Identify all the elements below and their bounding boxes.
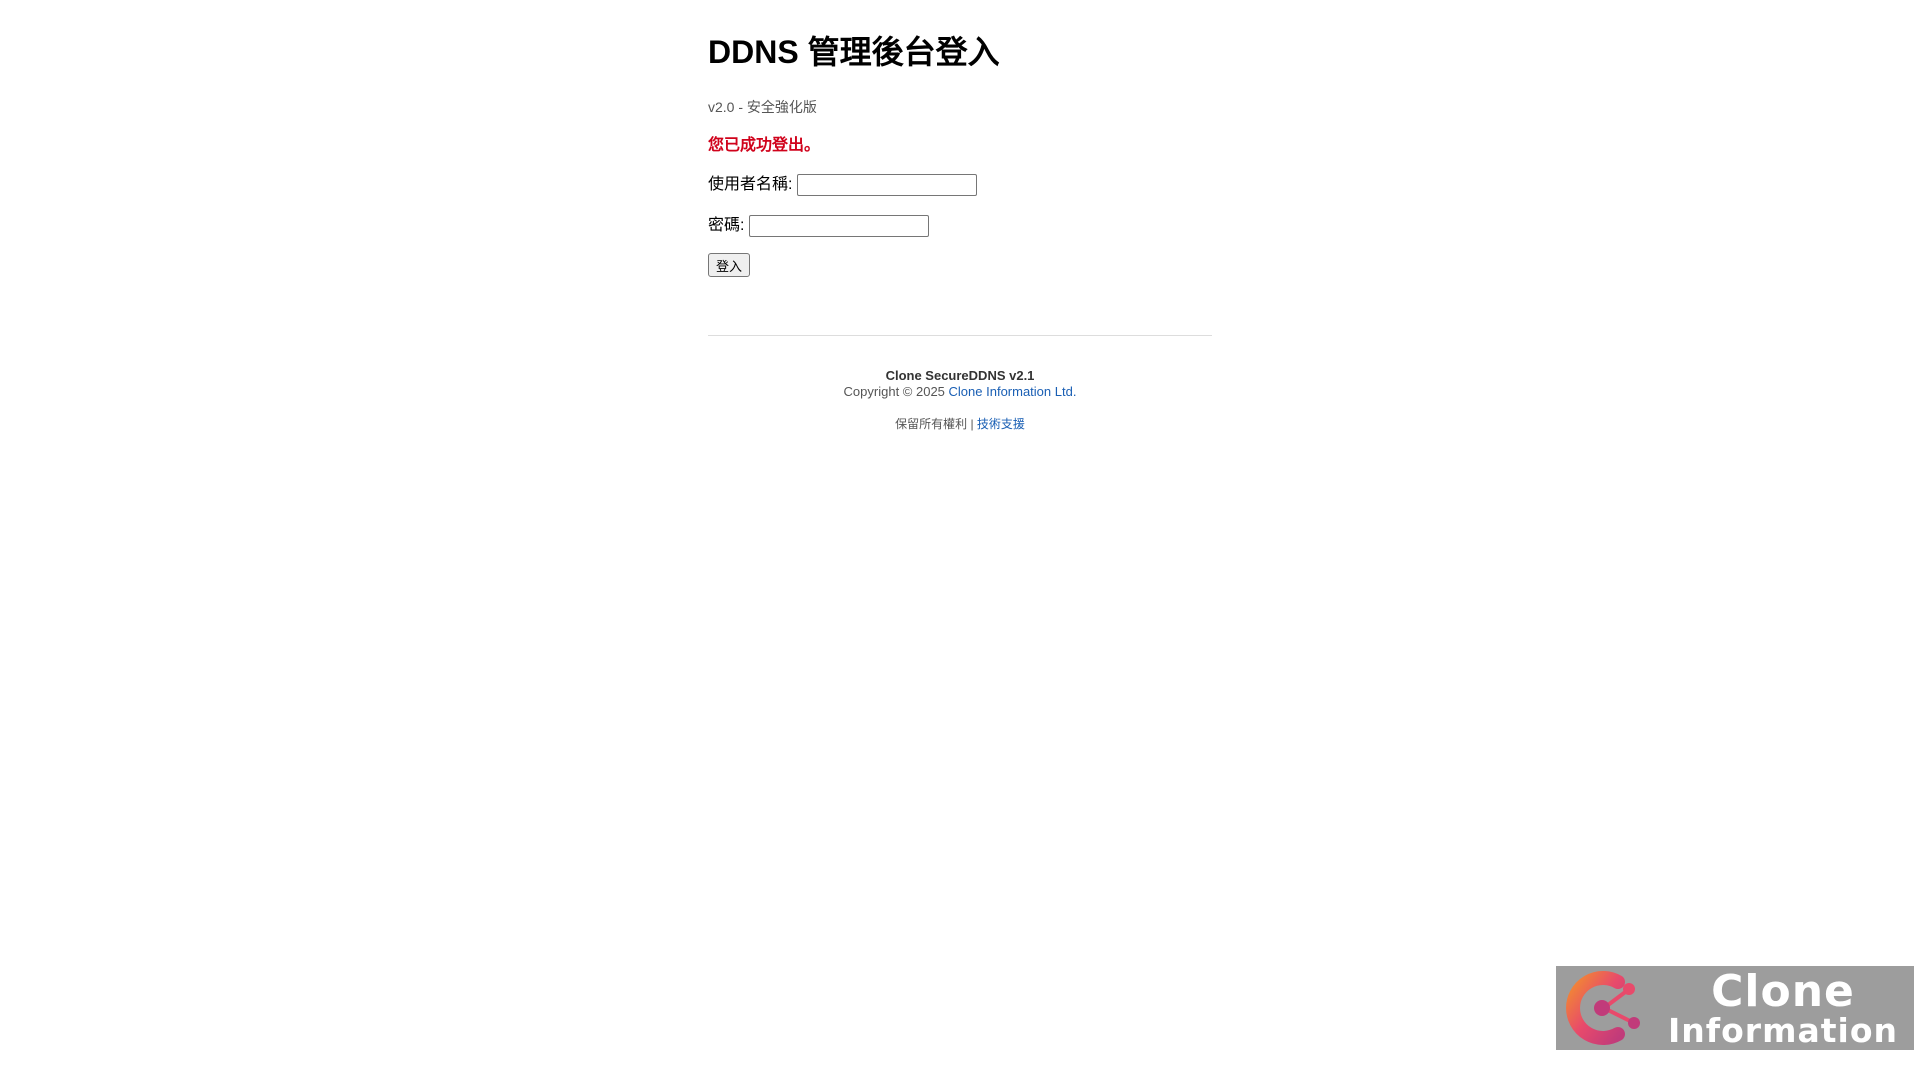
logo-text: Clone Information — [1652, 966, 1914, 1050]
status-message: 您已成功登出。 — [708, 137, 821, 154]
copyright-text: Copyright © 2025 — [843, 384, 945, 399]
copyright-line: Copyright © 2025 Clone Information Ltd. — [708, 384, 1212, 400]
logo-mark-svg — [1566, 971, 1640, 1045]
login-form: 使用者名稱: 密碼: 登入 — [708, 174, 1212, 277]
product-name: Clone SecureDDNS v2.1 — [885, 368, 1035, 383]
login-container: DDNS 管理後台登入 v2.0 - 安全強化版 您已成功登出。 使用者名稱: … — [708, 28, 1212, 432]
password-input[interactable] — [749, 215, 930, 237]
version-text: v2.0 - 安全強化版 — [708, 99, 817, 115]
login-button[interactable]: 登入 — [708, 253, 751, 277]
username-label: 使用者名稱: — [708, 176, 793, 193]
logo-line-1: Clone — [1711, 966, 1855, 1017]
username-row: 使用者名稱: — [708, 174, 1212, 196]
rights-line: 保留所有權利 | 技術支援 — [708, 416, 1212, 432]
rights-text: 保留所有權利 — [895, 417, 968, 431]
clone-information-logo: Clone Information — [1556, 966, 1914, 1050]
logo-line-2: Information — [1668, 1010, 1898, 1050]
support-link[interactable]: 技術支援 — [977, 417, 1025, 431]
clone-logo-mark-icon — [1556, 966, 1652, 1050]
footer-divider — [708, 335, 1212, 336]
footer: Clone SecureDDNS v2.1 Copyright © 2025 C… — [708, 368, 1212, 432]
page-title: DDNS 管理後台登入 — [708, 34, 1000, 70]
company-link[interactable]: Clone Information Ltd. — [949, 384, 1077, 399]
username-input[interactable] — [797, 174, 978, 196]
footer-separator: | — [970, 417, 974, 431]
password-label: 密碼: — [708, 217, 745, 234]
password-row: 密碼: — [708, 215, 1212, 237]
